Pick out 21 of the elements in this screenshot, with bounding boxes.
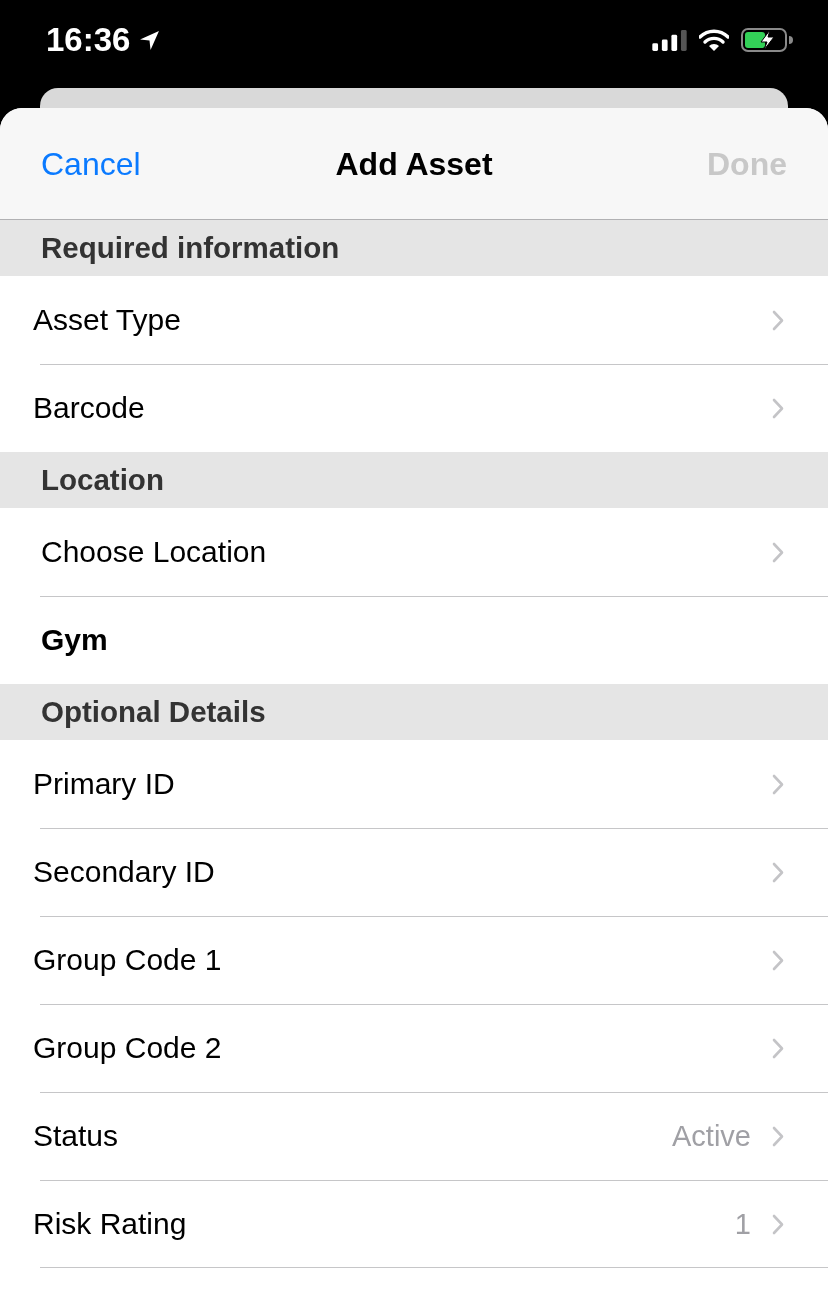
- chevron-icon: [772, 1037, 784, 1059]
- cancel-button[interactable]: Cancel: [41, 143, 141, 184]
- chevron-icon: [772, 1125, 784, 1147]
- chevron-icon: [772, 861, 784, 883]
- section-header: Required information: [0, 220, 828, 276]
- sheet-title: Add Asset: [335, 144, 493, 184]
- battery-icon: [741, 28, 793, 52]
- chevron-icon: [772, 397, 784, 419]
- signal-icon: [652, 29, 687, 51]
- chevron-icon: [772, 773, 784, 795]
- status-time: 16:36: [46, 21, 131, 59]
- section-header: Optional Details: [0, 684, 828, 740]
- chevron-icon: [772, 1213, 784, 1235]
- chevron-icon: [772, 541, 784, 563]
- chevron-icon: [772, 309, 784, 331]
- wifi-icon: [699, 29, 729, 51]
- chevron-icon: [772, 949, 784, 971]
- location-arrow-icon: [139, 29, 161, 51]
- section-header: Location: [0, 452, 828, 508]
- item-value: 1: [734, 1207, 751, 1241]
- item-value: Active: [672, 1119, 751, 1153]
